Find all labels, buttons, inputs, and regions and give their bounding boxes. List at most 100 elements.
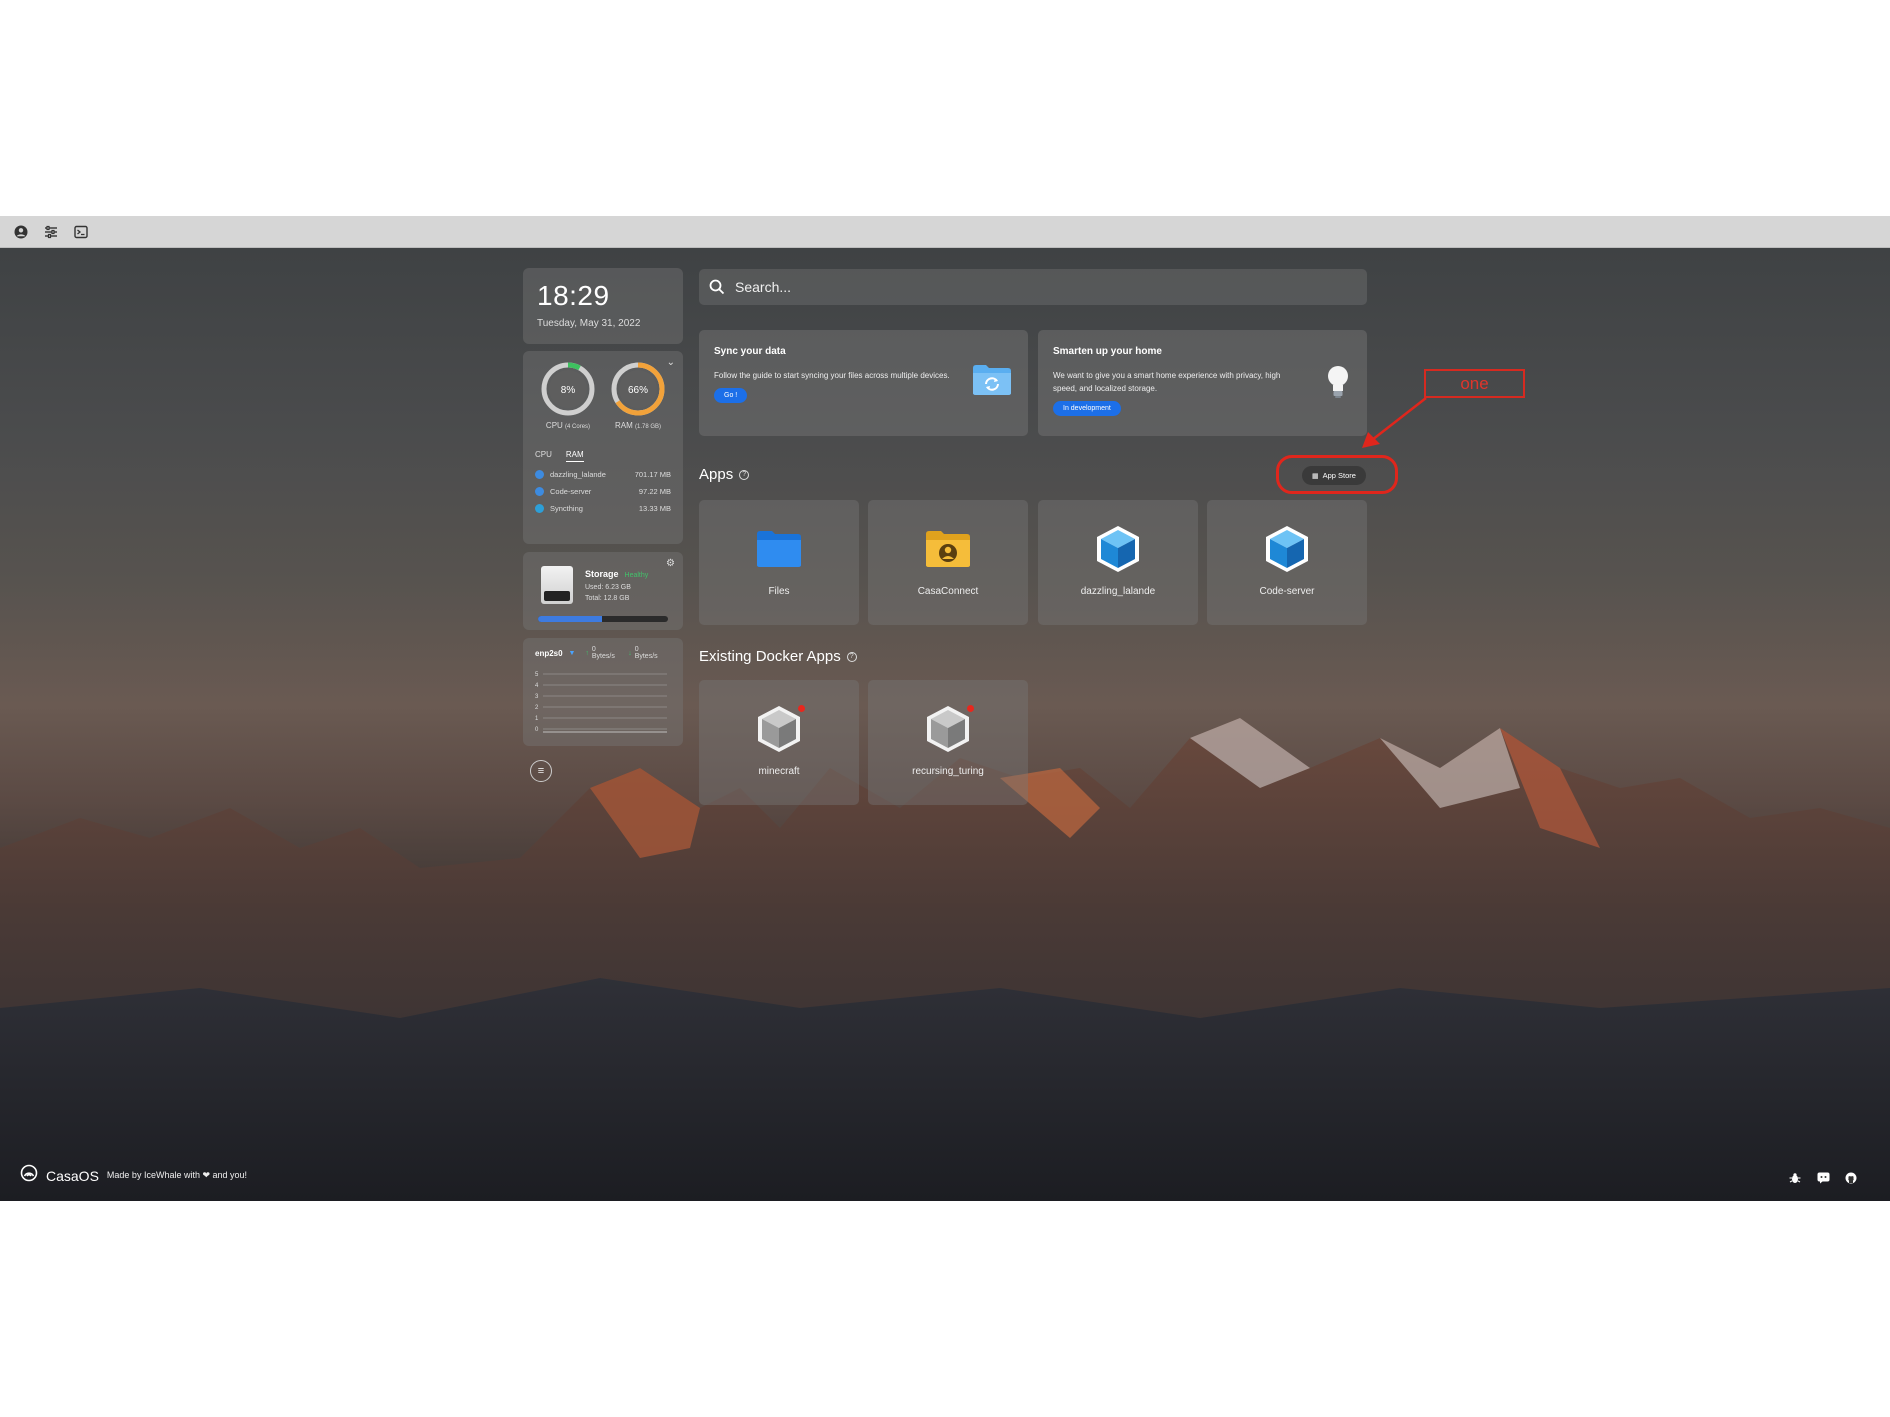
storage-health: Healthy bbox=[624, 572, 649, 579]
process-value: 97.22 MB bbox=[638, 487, 671, 496]
download-icon: ↓ bbox=[628, 649, 632, 657]
hard-drive-icon bbox=[541, 566, 573, 604]
docker-tile-minecraft[interactable]: minecraft bbox=[699, 680, 859, 805]
footer-credits: Made by IceWhale with ❤ and you! bbox=[106, 1170, 248, 1180]
search-input[interactable] bbox=[735, 279, 1235, 295]
sync-icon bbox=[535, 504, 544, 513]
annotation-highlight-oval bbox=[1276, 455, 1398, 494]
app-name: minecraft bbox=[758, 766, 800, 777]
in-development-button[interactable]: In development bbox=[1053, 401, 1121, 416]
page: 18:29 Tuesday, May 31, 2022 ⌄ 8% CPU (4 … bbox=[0, 0, 1890, 1417]
clock-time: 18:29 bbox=[537, 280, 610, 311]
app-name: dazzling_lalande bbox=[1080, 586, 1156, 597]
chevron-down-icon[interactable]: ▼ bbox=[568, 650, 575, 657]
process-row: Code-server 97.22 MB bbox=[535, 487, 671, 496]
system-status-widget: ⌄ 8% CPU (4 Cores) 66% RAM (1.78 GB) CPU… bbox=[523, 351, 683, 544]
y-tick: 3 bbox=[535, 694, 539, 700]
docker-section-header: Existing Docker Apps ? bbox=[699, 648, 857, 665]
search-bar[interactable] bbox=[699, 269, 1367, 305]
cpu-gauge: 8% CPU (4 Cores) bbox=[539, 361, 597, 430]
ram-gauge: 66% RAM (1.78 GB) bbox=[609, 361, 667, 430]
casaos-logo-icon bbox=[20, 1164, 38, 1187]
footer-brand[interactable]: CasaOS bbox=[46, 1168, 99, 1184]
card-text: Follow the guide to start syncing your f… bbox=[714, 371, 950, 380]
app-tile-code-server[interactable]: Code-server bbox=[1207, 500, 1367, 625]
cube-gray-icon bbox=[925, 704, 971, 759]
process-value: 701.17 MB bbox=[634, 470, 671, 479]
process-value: 13.33 MB bbox=[638, 504, 671, 513]
network-chart: 5 4 3 2 1 0 bbox=[535, 672, 667, 733]
network-interface[interactable]: enp2s0 bbox=[535, 649, 568, 658]
folder-blue-icon bbox=[756, 530, 802, 573]
storage-total: Total: 12.8 GB bbox=[585, 595, 630, 602]
ram-percent: 66% bbox=[628, 385, 648, 396]
search-icon bbox=[709, 279, 725, 295]
apps-title: Apps bbox=[699, 466, 734, 483]
storage-used: Used: 6.23 GB bbox=[585, 584, 631, 591]
ram-label: RAM bbox=[614, 421, 633, 430]
chevron-down-icon[interactable]: ⌄ bbox=[667, 357, 675, 368]
smart-home-card: Smarten up your home We want to give you… bbox=[1038, 330, 1367, 436]
docker-tile-recursing-turing[interactable]: recursing_turing bbox=[868, 680, 1028, 805]
sliders-icon[interactable] bbox=[42, 223, 60, 241]
menu-button[interactable]: ≡ bbox=[530, 760, 552, 782]
app-icon bbox=[535, 487, 544, 496]
upload-rate: 0 Bytes/s bbox=[591, 646, 615, 660]
cube-blue-icon bbox=[1095, 524, 1141, 579]
discord-icon[interactable] bbox=[1816, 1171, 1830, 1185]
storage-widget: ⚙ Storage Healthy Used: 6.23 GB Total: 12… bbox=[523, 552, 683, 630]
storage-usage-bar bbox=[538, 616, 668, 622]
card-title: Smarten up your home bbox=[1053, 346, 1162, 357]
card-title: Sync your data bbox=[714, 346, 786, 357]
tab-cpu[interactable]: CPU bbox=[535, 450, 552, 462]
apps-section-header: Apps ? bbox=[699, 466, 750, 483]
bug-icon[interactable] bbox=[1788, 1171, 1802, 1185]
storage-title: Storage bbox=[585, 569, 619, 579]
desktop: 18:29 Tuesday, May 31, 2022 ⌄ 8% CPU (4 … bbox=[0, 248, 1890, 1201]
app-tile-files[interactable]: Files bbox=[699, 500, 859, 625]
user-circle-icon[interactable] bbox=[12, 223, 30, 241]
y-tick: 1 bbox=[535, 716, 539, 722]
cube-gray-icon bbox=[756, 704, 802, 759]
cpu-sub: (4 Cores) bbox=[565, 424, 591, 430]
y-tick: 4 bbox=[535, 683, 539, 689]
cpu-label: CPU bbox=[545, 421, 563, 430]
top-toolbar bbox=[0, 216, 1890, 248]
card-text: We want to give you a smart home experie… bbox=[1053, 371, 1281, 393]
process-name: Code-server bbox=[550, 487, 592, 496]
status-dot bbox=[798, 705, 805, 712]
app-name: Code-server bbox=[1259, 586, 1315, 597]
cpu-percent: 8% bbox=[561, 385, 576, 396]
help-icon[interactable]: ? bbox=[846, 651, 857, 662]
app-name: recursing_turing bbox=[912, 766, 984, 777]
app-name: Files bbox=[768, 586, 790, 597]
process-row: Syncthing 13.33 MB bbox=[535, 504, 671, 513]
clock-date: Tuesday, May 31, 2022 bbox=[537, 318, 641, 329]
gear-icon[interactable]: ⚙ bbox=[666, 558, 675, 569]
annotation-arrow bbox=[1362, 397, 1427, 448]
y-tick: 2 bbox=[535, 705, 539, 711]
github-icon[interactable] bbox=[1844, 1171, 1858, 1185]
cube-blue-icon bbox=[1264, 524, 1310, 579]
y-tick: 0 bbox=[535, 727, 539, 733]
y-tick: 5 bbox=[535, 672, 539, 678]
docker-title: Existing Docker Apps bbox=[699, 648, 841, 665]
process-row: dazzling_lalande 701.17 MB bbox=[535, 470, 671, 479]
footer: CasaOS Made by IceWhale with ❤ and you! bbox=[20, 1164, 247, 1187]
sync-folder-icon bbox=[972, 364, 1012, 401]
go-button[interactable]: Go ! bbox=[714, 388, 748, 403]
tab-ram[interactable]: RAM bbox=[565, 450, 584, 462]
terminal-icon[interactable] bbox=[72, 223, 90, 241]
annotation-label: one bbox=[1424, 369, 1525, 398]
download-rate: 0 Bytes/s bbox=[634, 646, 658, 660]
app-tile-casaconnect[interactable]: CasaConnect bbox=[868, 500, 1028, 625]
ram-sub: (1.78 GB) bbox=[635, 424, 662, 430]
app-tile-dazzling-lalande[interactable]: dazzling_lalande bbox=[1038, 500, 1198, 625]
upload-icon: ↑ bbox=[585, 649, 589, 657]
light-bulb-icon bbox=[1325, 364, 1351, 405]
status-dot bbox=[967, 705, 974, 712]
folder-user-icon bbox=[925, 530, 971, 573]
clock-widget: 18:29 Tuesday, May 31, 2022 bbox=[523, 268, 683, 344]
help-icon[interactable]: ? bbox=[739, 469, 750, 480]
process-name: dazzling_lalande bbox=[550, 470, 606, 479]
